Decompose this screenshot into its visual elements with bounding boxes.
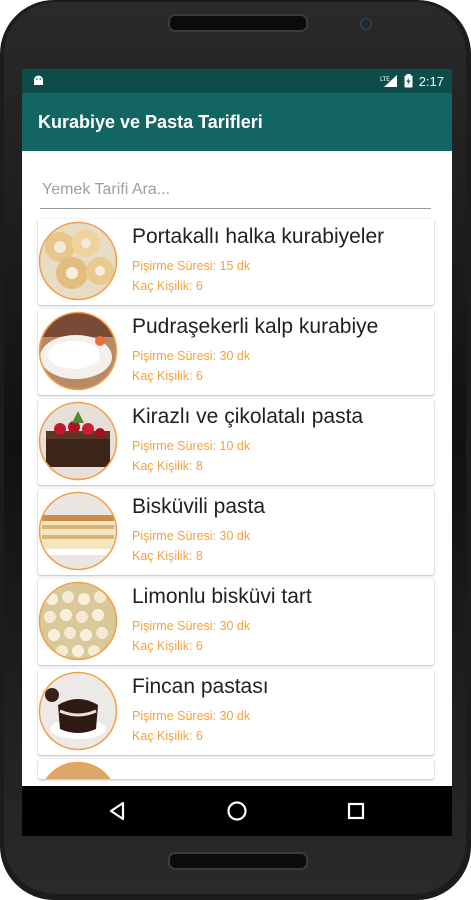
signal-icon: LTE	[380, 75, 397, 87]
home-icon[interactable]	[223, 797, 251, 825]
recipe-card[interactable]	[38, 759, 434, 779]
recipe-list: Portakallı halka kurabiyeler Pişirme Sür…	[38, 219, 436, 783]
screen: LTE 2:17 Kurabiye ve Pasta Tarifleri Yem…	[22, 69, 452, 835]
recents-icon[interactable]	[342, 797, 370, 825]
network-label: LTE	[380, 76, 390, 83]
status-time: 2:17	[418, 73, 444, 89]
status-bar: LTE 2:17	[22, 69, 452, 93]
recipe-servings: Kaç Kişilik: 8	[132, 459, 203, 473]
recipe-name: Limonlu bisküvi tart	[132, 585, 312, 608]
recipe-thumbnail	[38, 311, 118, 391]
search-input[interactable]	[40, 176, 435, 204]
front-camera	[360, 18, 372, 30]
recipe-card[interactable]: Bisküvili pasta Pişirme Süresi: 30 dk Ka…	[38, 489, 434, 575]
app-bar: Kurabiye ve Pasta Tarifleri	[22, 93, 452, 151]
top-speaker	[168, 14, 308, 32]
recipe-name: Bisküvili pasta	[132, 495, 266, 518]
recipe-name: Kirazlı ve çikolatalı pasta	[132, 405, 364, 428]
recipe-cook-time: Pişirme Süresi: 10 dk	[132, 439, 251, 453]
recipe-card[interactable]: Pudraşekerli kalp kurabiye Pişirme Süres…	[38, 309, 434, 395]
recipe-name: Portakallı halka kurabiyeler	[132, 225, 385, 248]
recipe-thumbnail	[38, 401, 118, 481]
recipe-servings: Kaç Kişilik: 6	[132, 279, 203, 293]
recipe-cook-time: Pişirme Süresi: 30 dk	[132, 349, 251, 363]
recipe-cook-time: Pişirme Süresi: 15 dk	[132, 259, 251, 273]
recipe-name: Pudraşekerli kalp kurabiye	[132, 315, 379, 338]
recipe-card[interactable]: Portakallı halka kurabiyeler Pişirme Sür…	[38, 219, 434, 305]
recipe-cook-time: Pişirme Süresi: 30 dk	[132, 619, 251, 633]
recipe-thumbnail	[38, 221, 118, 301]
recipe-servings: Kaç Kişilik: 6	[132, 369, 203, 383]
battery-icon	[404, 74, 413, 88]
bottom-speaker	[168, 852, 308, 870]
status-right: LTE 2:17	[380, 73, 444, 89]
android-icon	[34, 75, 43, 85]
search-bar	[40, 176, 435, 209]
app-title: Kurabiye ve Pasta Tarifleri	[38, 112, 263, 132]
recipe-thumbnail	[38, 671, 118, 751]
recipe-thumbnail	[38, 491, 118, 571]
recipe-servings: Kaç Kişilik: 6	[132, 639, 203, 653]
recipe-thumbnail	[45, 761, 111, 779]
recipe-cook-time: Pişirme Süresi: 30 dk	[132, 709, 251, 723]
recipe-cook-time: Pişirme Süresi: 30 dk	[132, 529, 251, 543]
back-icon[interactable]	[104, 797, 132, 825]
recipe-servings: Kaç Kişilik: 8	[132, 549, 203, 563]
recipe-name: Fincan pastası	[132, 675, 269, 698]
navigation-bar	[22, 786, 452, 836]
recipe-card[interactable]: Kirazlı ve çikolatalı pasta Pişirme Süre…	[38, 399, 434, 485]
recipe-card[interactable]: Fincan pastası Pişirme Süresi: 30 dk Kaç…	[38, 669, 434, 755]
recipe-card[interactable]: Limonlu bisküvi tart Pişirme Süresi: 30 …	[38, 579, 434, 665]
recipe-servings: Kaç Kişilik: 6	[132, 729, 203, 743]
recipe-thumbnail	[38, 581, 118, 661]
